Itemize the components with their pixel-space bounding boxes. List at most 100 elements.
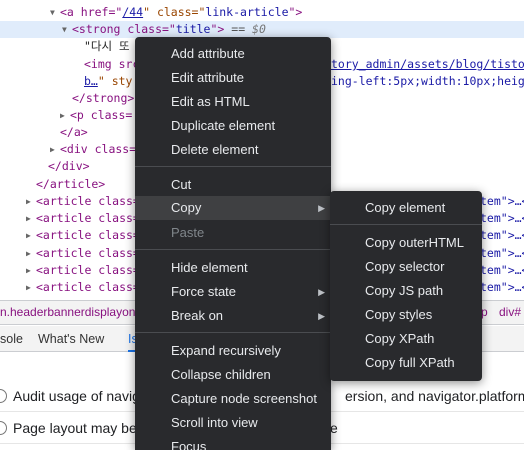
submenu-arrow-icon: ▶ xyxy=(318,311,325,321)
tag-close: "> xyxy=(210,22,225,36)
issue-text: e xyxy=(330,420,338,436)
menu-item-paste: Paste xyxy=(171,225,205,240)
menu-item-duplicate-element[interactable]: Duplicate element xyxy=(135,114,331,138)
text-node: "다시 또 xyxy=(84,39,130,53)
tag-open: <img src xyxy=(84,57,140,71)
article-tail: tem">…</ xyxy=(480,228,524,242)
attr-text: " sty xyxy=(97,74,133,88)
tree-node-img-src[interactable]: tory_admin/assets/blog/tistory- xyxy=(331,56,524,73)
menu-item-copy[interactable]: Copy ▶ xyxy=(135,196,331,220)
tree-node-article-close[interactable]: </article> xyxy=(36,176,105,193)
tree-node-div-close[interactable]: </div> xyxy=(48,158,90,175)
menu-item-copy-xpath[interactable]: Copy XPath xyxy=(330,327,482,351)
tree-node-article[interactable]: ▶ <article class= xyxy=(26,227,140,244)
tree-node-article[interactable]: ▶ <article class= xyxy=(26,193,140,210)
expand-icon[interactable]: ▶ xyxy=(26,227,36,244)
menu-item-break-on[interactable]: Break on ▶ xyxy=(135,304,331,328)
submenu-arrow-icon: ▶ xyxy=(318,287,325,297)
menu-item-scroll-into-view[interactable]: Scroll into view xyxy=(135,411,331,435)
tree-node-article[interactable]: ▶ <article class= xyxy=(26,262,140,279)
expand-icon[interactable]: ▶ xyxy=(26,279,36,296)
tag-open: <div class= xyxy=(60,142,137,156)
menu-item-copy-outerhtml[interactable]: Copy outerHTML xyxy=(330,231,482,255)
tag-open: <article class= xyxy=(36,280,140,294)
tree-node-a-close[interactable]: </a> xyxy=(60,124,88,141)
menu-separator xyxy=(330,224,482,225)
issue-text: Page layout may be xyxy=(13,420,137,436)
tree-node-article-tail: tem">…</ xyxy=(480,210,524,227)
menu-item-force-state[interactable]: Force state ▶ xyxy=(135,280,331,304)
tree-node-text[interactable]: "다시 또 xyxy=(84,38,130,55)
menu-separator xyxy=(135,166,331,167)
tag-open: <article class= xyxy=(36,246,140,260)
menu-item-copy-element[interactable]: Copy element xyxy=(330,196,482,220)
menu-item-hide-element[interactable]: Hide element xyxy=(135,256,331,280)
expand-icon[interactable]: ▶ xyxy=(26,193,36,210)
tree-node-p[interactable]: ▶ <p class= xyxy=(60,107,132,124)
menu-item-expand-recursively[interactable]: Expand recursively xyxy=(135,339,331,363)
src-link[interactable]: tory_admin/assets/blog/tistory- xyxy=(331,57,524,71)
tree-node-strong-selected[interactable]: ▼ <strong class="title"> == $0 xyxy=(0,21,524,38)
menu-item-edit-attribute[interactable]: Edit attribute xyxy=(135,66,331,90)
tree-node-article-tail: tem">…</ xyxy=(480,193,524,210)
menu-item-delete-element[interactable]: Delete element xyxy=(135,138,331,162)
src-link-end[interactable]: b… xyxy=(84,74,98,88)
expand-icon[interactable]: ▶ xyxy=(26,262,36,279)
menu-item-break-on-label: Break on xyxy=(171,308,224,323)
breadcrumb-item[interactable]: p xyxy=(481,301,488,324)
tag-close: </strong> xyxy=(72,91,135,105)
article-tail: tem">…</ xyxy=(480,280,524,294)
menu-item-capture-node-screenshot[interactable]: Capture node screenshot xyxy=(135,387,331,411)
menu-item-copy-js-path[interactable]: Copy JS path xyxy=(330,279,482,303)
submenu-arrow-icon: ▶ xyxy=(318,203,325,213)
menu-item-collapse-children[interactable]: Collapse children xyxy=(135,363,331,387)
tree-node-img-cont[interactable]: b…" sty xyxy=(84,73,132,90)
article-tail: tem">…</ xyxy=(480,263,524,277)
menu-item-focus[interactable]: Focus xyxy=(135,435,331,450)
href-link[interactable]: /44 xyxy=(122,5,143,19)
issue-icon xyxy=(0,421,7,435)
tree-node-article-tail: tem">…</ xyxy=(480,227,524,244)
menu-separator xyxy=(135,332,331,333)
breadcrumb-item[interactable]: div# xyxy=(499,301,521,324)
issue-icon xyxy=(0,389,7,403)
tab-console[interactable]: sole xyxy=(0,326,23,352)
tree-node-article[interactable]: ▶ <article class= xyxy=(26,245,140,262)
expand-icon[interactable]: ▶ xyxy=(26,210,36,227)
issue-text: Audit usage of navig xyxy=(13,388,140,404)
expand-icon[interactable]: ▶ xyxy=(60,107,70,124)
expand-icon[interactable]: ▶ xyxy=(26,245,36,262)
menu-item-edit-as-html[interactable]: Edit as HTML xyxy=(135,90,331,114)
menu-item-copy-styles[interactable]: Copy styles xyxy=(330,303,482,327)
tree-node-article-tail: tem">…</ xyxy=(480,245,524,262)
tree-node-strong-close[interactable]: </strong> xyxy=(72,90,134,107)
menu-item-add-attribute[interactable]: Add attribute xyxy=(135,42,331,66)
tree-node-img[interactable]: <img src xyxy=(84,56,139,73)
tree-node-div[interactable]: ▶ <div class= xyxy=(50,141,136,158)
breadcrumb-item[interactable]: n.headerbannerdisplayon xyxy=(0,301,135,324)
article-tail: tem">…</ xyxy=(480,246,524,260)
menu-item-copy-full-xpath[interactable]: Copy full XPath xyxy=(330,351,482,375)
menu-item-cut[interactable]: Cut xyxy=(135,173,331,197)
tag-open: <article class= xyxy=(36,228,140,242)
dollar-zero: $0 xyxy=(252,22,266,36)
tree-node-article[interactable]: ▶ <article class= xyxy=(26,210,140,227)
tag-open: <article class= xyxy=(36,194,140,208)
menu-separator xyxy=(135,249,331,250)
style-value: ing-left:5px;width:10px;height xyxy=(331,74,524,88)
expand-icon[interactable]: ▶ xyxy=(50,141,60,158)
tab-whats-new[interactable]: What's New xyxy=(38,326,104,352)
tree-node-article[interactable]: ▶ <article class= xyxy=(26,279,140,296)
attr-text: " class=" xyxy=(143,5,206,19)
tag-close: </div> xyxy=(48,159,90,173)
menu-item-copy-selector[interactable]: Copy selector xyxy=(330,255,482,279)
tag-open: <strong class=" xyxy=(72,22,176,36)
tag-close: "> xyxy=(288,5,303,19)
collapse-icon[interactable]: ▼ xyxy=(50,4,60,21)
collapse-icon[interactable]: ▼ xyxy=(62,21,72,38)
tree-node-article-tail: tem">…</ xyxy=(480,262,524,279)
tree-node-a[interactable]: ▼ <a href="/44" class="link-article"> xyxy=(50,4,302,21)
tag-close: </a> xyxy=(60,125,88,139)
article-tail: tem">…</ xyxy=(480,211,524,225)
tag-close: </article> xyxy=(36,177,106,191)
